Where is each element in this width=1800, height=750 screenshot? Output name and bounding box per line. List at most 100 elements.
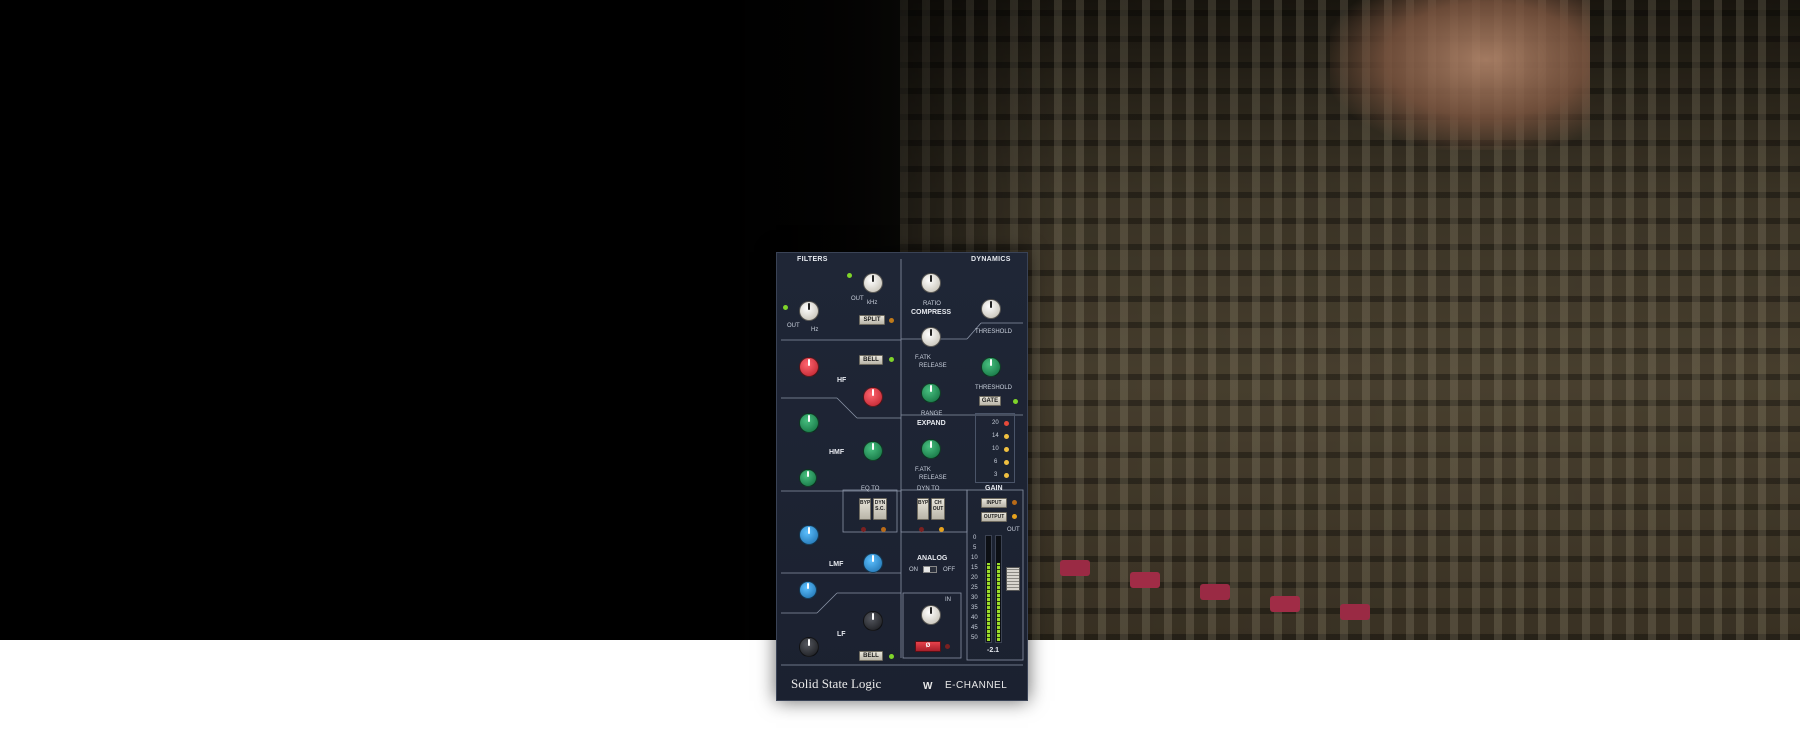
ssl-brand-label: Solid State Logic [791,676,882,691]
dynamics-section-title: DYNAMICS [971,256,1011,263]
input-meter-button[interactable]: INPUT [981,498,1007,508]
split-button[interactable]: SPLIT [859,315,885,325]
expand-label: EXPAND [917,420,946,427]
console-red-key [1340,604,1370,620]
output-meter-right [995,535,1002,643]
console-red-key [1200,584,1230,600]
analog-label: ANALOG [917,555,948,562]
gate-button[interactable]: GATE [979,396,1001,406]
phase-invert-button[interactable]: Ø [915,641,941,652]
expander-release-label: RELEASE [919,475,947,481]
gr-led [1004,473,1009,478]
split-led [889,318,894,323]
hmf-gain-knob[interactable] [799,413,819,433]
input-trim-label: IN [945,597,951,603]
hf-label: HF [837,377,847,384]
hmf-label: HMF [829,449,845,456]
gr-meter-scale-10: 10 [992,446,999,452]
ratio-label: RATIO [923,301,941,307]
meter-scale-35: 35 [971,605,978,611]
hf-gain-knob[interactable] [799,357,819,377]
gr-led [1004,434,1009,439]
hpf-led [783,305,788,310]
analog-off-label: OFF [943,567,955,573]
compressor-ratio-knob[interactable] [921,273,941,293]
dyn-bypass-button[interactable]: BYP [917,498,929,520]
compress-label: COMPRESS [911,309,952,316]
lpf-led [847,273,852,278]
meter-scale-30: 30 [971,595,978,601]
gr-led [1004,447,1009,452]
input-led [1012,500,1017,505]
lf-frequency-knob[interactable] [863,611,883,631]
meter-scale-10: 10 [971,555,978,561]
console-red-key [1060,560,1090,576]
output-meter-right-fill [997,563,1000,641]
phase-led [945,644,950,649]
output-led [1012,514,1017,519]
input-trim-knob[interactable] [921,605,941,625]
output-meter-button[interactable]: OUTPUT [981,512,1007,522]
compressor-release-knob[interactable] [921,327,941,347]
dyn-ch-out-button[interactable]: CH OUT [931,498,945,520]
hf-bell-button[interactable]: BELL [859,355,883,365]
lf-gain-knob[interactable] [799,637,819,657]
hmf-frequency-knob[interactable] [863,441,883,461]
meter-out-label: OUT [1007,527,1020,533]
meter-scale-0: 0 [973,535,977,541]
lpf-khz-label: kHz [867,300,878,306]
expander-fatk-label: F.ATK [915,467,931,473]
range-label: RANGE [921,411,943,417]
dyn-to-led-left [919,527,924,532]
meter-readout: -2.1 [987,647,1000,654]
console-red-key [1270,596,1300,612]
meter-scale-40: 40 [971,615,978,621]
gate-threshold-knob[interactable] [981,357,1001,377]
dyn-to-led-right [939,527,944,532]
console-red-key [1130,572,1160,588]
expander-range-knob[interactable] [921,383,941,403]
gr-meter-scale-20: 20 [992,420,999,426]
hf-frequency-knob[interactable] [863,387,883,407]
eq-dyn-sc-button[interactable]: DYN S.C. [873,498,887,520]
meter-scale-25: 25 [971,585,978,591]
meter-scale-50: 50 [971,635,978,641]
output-meter-left [985,535,992,643]
dyn-to-label: DYN TO [917,486,940,492]
eq-to-led-right [881,527,886,532]
meter-scale-5: 5 [973,545,977,551]
analog-toggle[interactable] [923,566,937,573]
lpf-frequency-knob[interactable] [863,273,883,293]
lf-bell-led [889,654,894,659]
lpf-out-label: OUT [851,296,864,302]
eq-to-led-left [861,527,866,532]
compressor-threshold-label: THRESHOLD [975,329,1013,335]
gate-led [1013,399,1018,404]
gr-meter-scale-14: 14 [992,433,999,439]
lmf-q-knob[interactable] [799,581,817,599]
output-fader-handle[interactable] [1006,567,1020,591]
gain-reduction-meter: 20 14 10 6 3 [975,413,1015,483]
gate-threshold-label: THRESHOLD [975,385,1013,391]
compressor-threshold-knob[interactable] [981,299,1001,319]
hand-on-console [1330,0,1590,150]
e-channel-plugin: FILTERS DYNAMICS OUT Hz OUT kHz SPLIT BE… [776,252,1028,701]
hmf-q-knob[interactable] [799,469,817,487]
plugin-model-name: E-CHANNEL [945,680,1008,691]
lf-label: LF [837,631,846,638]
expander-release-knob[interactable] [921,439,941,459]
eq-to-label: EQ TO [861,486,880,492]
gr-led [1004,460,1009,465]
lf-bell-button[interactable]: BELL [859,651,883,661]
meter-scale-20: 20 [971,575,978,581]
meter-scale-45: 45 [971,625,978,631]
compressor-fatk-label: F.ATK [915,355,931,361]
hf-bell-led [889,357,894,362]
gr-led [1004,421,1009,426]
lmf-gain-knob[interactable] [799,525,819,545]
eq-bypass-button[interactable]: BYP [859,498,871,520]
lmf-frequency-knob[interactable] [863,553,883,573]
hpf-frequency-knob[interactable] [799,301,819,321]
gain-section-title: GAIN [985,485,1003,492]
lmf-label: LMF [829,561,844,568]
